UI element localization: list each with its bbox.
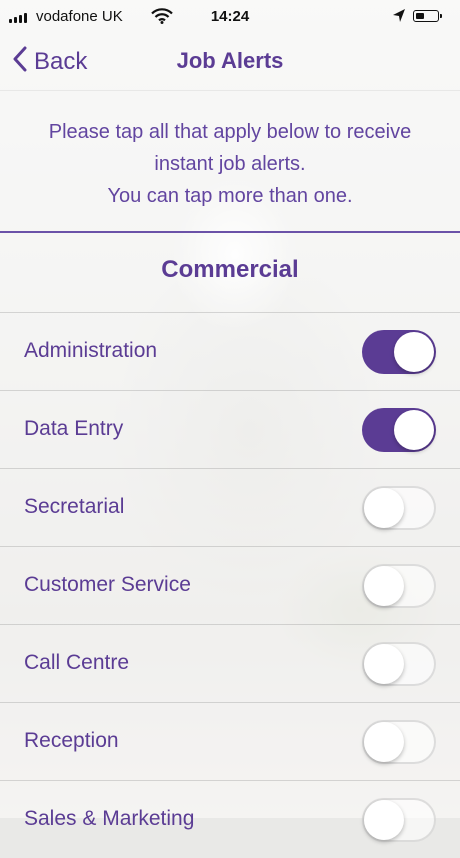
list-item-call-centre: Call Centre [0, 624, 460, 702]
section-title: Commercial [161, 256, 299, 283]
navigation-bar: Back Job Alerts [0, 34, 460, 91]
alert-list: Administration Data Entry Secretarial Cu… [0, 312, 460, 858]
intro-line-1: Please tap all that apply below to recei… [48, 121, 412, 143]
list-item-label: Reception [24, 729, 119, 752]
list-item-data-entry: Data Entry [0, 390, 460, 468]
toggle-knob [364, 722, 404, 762]
toggle-knob [394, 410, 434, 450]
location-arrow-icon [392, 8, 406, 28]
list-item-label: Customer Service [24, 573, 191, 596]
toggle-switch[interactable] [362, 486, 436, 530]
list-item-sales-marketing: Sales & Marketing [0, 780, 460, 858]
toggle-knob [394, 332, 434, 372]
toggle-switch[interactable] [362, 408, 436, 452]
intro-divider [0, 231, 460, 233]
toggle-knob [364, 566, 404, 606]
list-item-label: Sales & Marketing [24, 807, 195, 830]
toggle-knob [364, 644, 404, 684]
list-item-label: Data Entry [24, 417, 124, 440]
toggle-switch[interactable] [362, 720, 436, 764]
list-item-administration: Administration [0, 312, 460, 390]
toggle-switch[interactable] [362, 564, 436, 608]
intro-line-3: You can tap more than one. [107, 185, 353, 207]
intro-text: Please tap all that apply below to recei… [0, 116, 460, 212]
intro-line-2: instant job alerts. [154, 153, 306, 175]
toggle-knob [364, 488, 404, 528]
battery-icon [413, 10, 442, 22]
list-item-label: Secretarial [24, 495, 125, 518]
status-bar: vodafone UK 14:24 [0, 0, 460, 34]
list-item-secretarial: Secretarial [0, 468, 460, 546]
toggle-knob [364, 800, 404, 840]
list-item-reception: Reception [0, 702, 460, 780]
list-item-label: Call Centre [24, 651, 130, 674]
clock: 14:24 [210, 8, 250, 25]
toggle-switch[interactable] [362, 330, 436, 374]
toggle-switch[interactable] [362, 642, 436, 686]
page-title: Job Alerts [176, 48, 284, 73]
toggle-switch[interactable] [362, 798, 436, 842]
list-item-label: Administration [24, 339, 158, 362]
list-item-customer-service: Customer Service [0, 546, 460, 624]
